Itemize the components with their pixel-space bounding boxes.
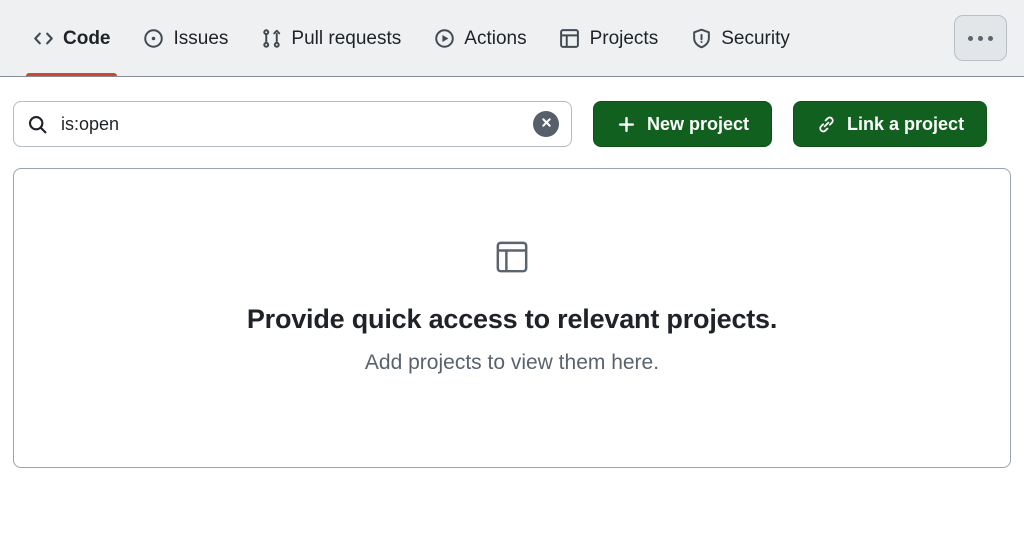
nav-overflow-button[interactable] xyxy=(954,15,1007,61)
nav-item-security[interactable]: Security xyxy=(674,0,806,76)
search-input[interactable] xyxy=(48,102,533,146)
link-project-button[interactable]: Link a project xyxy=(793,101,988,147)
project-table-icon xyxy=(559,27,581,49)
search-icon xyxy=(26,113,48,135)
nav-item-label: Actions xyxy=(464,27,527,49)
clear-search-button[interactable] xyxy=(533,111,559,137)
new-project-label: New project xyxy=(647,113,750,134)
nav-item-code[interactable]: Code xyxy=(16,0,127,76)
new-project-button[interactable]: New project xyxy=(593,101,773,147)
x-icon xyxy=(540,116,553,132)
nav-item-label: Issues xyxy=(173,27,229,49)
code-icon xyxy=(32,27,54,49)
nav-item-label: Pull requests xyxy=(291,27,402,49)
nav-item-label: Projects xyxy=(589,27,659,49)
shield-alert-icon xyxy=(690,27,712,49)
repo-nav-items: Code Issues Pull requests Actions Projec… xyxy=(16,0,806,76)
git-pull-request-icon xyxy=(260,27,282,49)
link-project-label: Link a project xyxy=(847,113,965,134)
project-table-icon xyxy=(492,237,532,277)
link-icon xyxy=(816,114,836,134)
nav-item-label: Security xyxy=(721,27,790,49)
empty-state-title: Provide quick access to relevant project… xyxy=(246,304,778,334)
plus-icon xyxy=(616,114,636,134)
issue-opened-icon xyxy=(143,27,165,49)
projects-toolbar: New project Link a project xyxy=(0,77,1024,147)
kebab-horizontal-icon xyxy=(968,35,993,41)
nav-item-actions[interactable]: Actions xyxy=(417,0,542,76)
empty-state-subtitle: Add projects to view them here. xyxy=(364,351,660,374)
nav-item-label: Code xyxy=(63,27,111,49)
nav-item-projects[interactable]: Projects xyxy=(543,0,675,76)
nav-item-pull-requests[interactable]: Pull requests xyxy=(244,0,417,76)
search-field[interactable] xyxy=(13,101,572,147)
play-icon xyxy=(433,27,455,49)
nav-item-issues[interactable]: Issues xyxy=(127,0,245,76)
repo-nav: Code Issues Pull requests Actions Projec… xyxy=(0,0,1024,77)
projects-empty-state-card: Provide quick access to relevant project… xyxy=(13,168,1011,468)
